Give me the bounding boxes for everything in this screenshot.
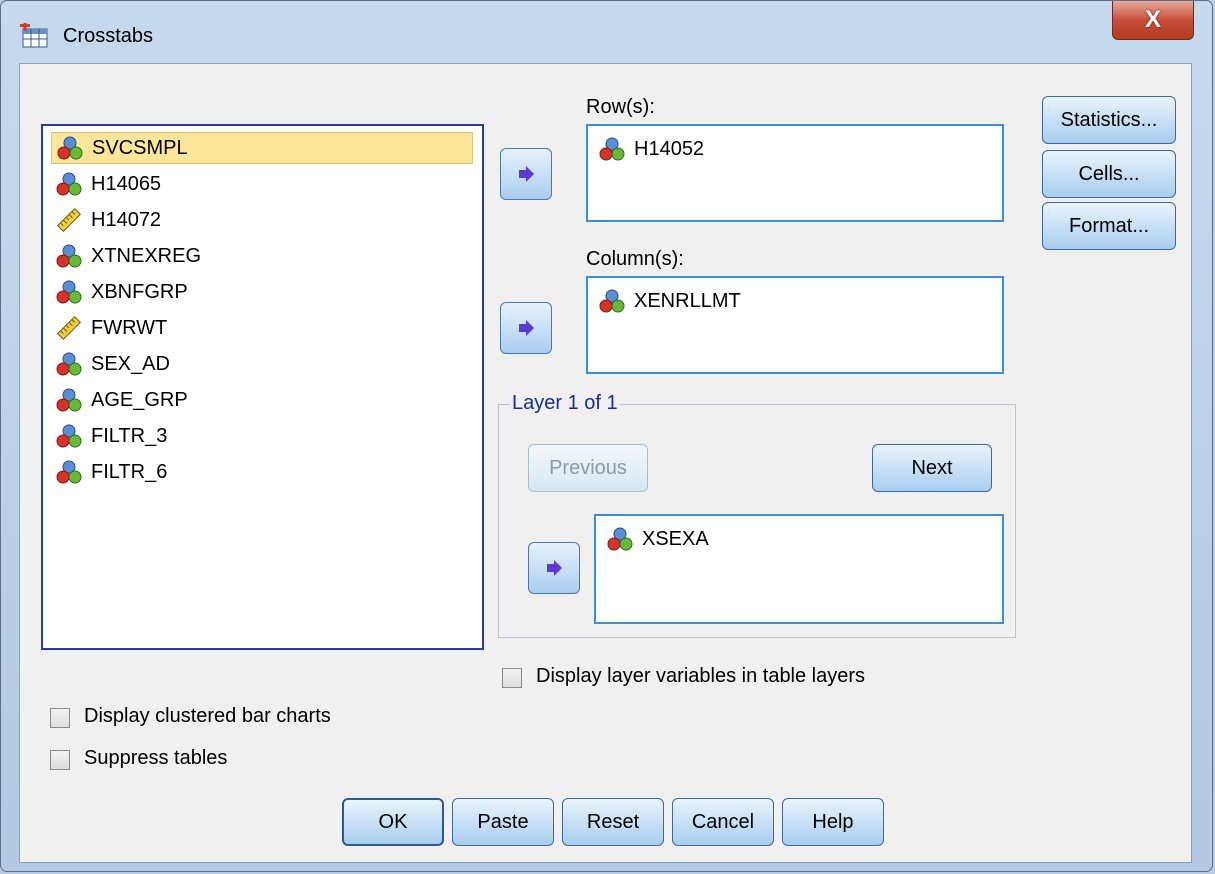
variable-name: FILTR_3 xyxy=(91,424,168,447)
nominal-icon xyxy=(56,280,82,304)
nominal-icon xyxy=(56,388,82,412)
right-arrow-icon xyxy=(519,166,534,182)
columns-field[interactable]: XENRLLMT xyxy=(586,276,1004,374)
nominal-icon xyxy=(599,137,625,161)
layer-field[interactable]: XSEXA xyxy=(594,514,1004,624)
variable-list-item[interactable]: FILTR_3 xyxy=(51,420,473,452)
nominal-icon xyxy=(57,136,83,160)
title-bar: Crosstabs X xyxy=(1,1,1212,63)
nominal-icon xyxy=(56,172,82,196)
nominal-icon xyxy=(56,460,82,484)
move-to-layer-button[interactable] xyxy=(528,542,580,594)
nominal-icon xyxy=(56,244,82,268)
variable-name: AGE_GRP xyxy=(91,388,188,411)
variable-name: SEX_AD xyxy=(91,352,170,375)
variable-name: H14065 xyxy=(91,172,162,195)
variable-list-item[interactable]: SVCSMPL xyxy=(51,132,473,164)
crosstabs-app-icon xyxy=(20,23,48,48)
suppress-tables-checkbox[interactable] xyxy=(50,750,70,770)
rows-label: Row(s): xyxy=(586,96,655,118)
rows-field[interactable]: H14052 xyxy=(586,124,1004,222)
nominal-icon xyxy=(599,289,625,313)
variable-list-item[interactable]: FILTR_6 xyxy=(51,456,473,488)
variable-list-item[interactable]: AGE_GRP xyxy=(51,384,473,416)
window-title: Crosstabs xyxy=(63,25,154,47)
columns-field-item[interactable]: XENRLLMT xyxy=(598,288,741,314)
layer-legend: Layer 1 of 1 xyxy=(510,392,620,415)
right-arrow-icon xyxy=(519,320,534,336)
statistics-button[interactable]: Statistics... xyxy=(1042,96,1176,144)
ok-button[interactable]: OK xyxy=(342,798,444,846)
variable-list-item[interactable]: FWRWT xyxy=(51,312,473,344)
cancel-button[interactable]: Cancel xyxy=(672,798,774,846)
variable-name: H14072 xyxy=(91,208,162,231)
close-icon: X xyxy=(1144,6,1161,33)
next-button[interactable]: Next xyxy=(872,444,992,492)
variable-name: FWRWT xyxy=(91,316,168,339)
scale-icon xyxy=(56,207,82,233)
scale-icon xyxy=(56,315,82,341)
close-button[interactable]: X xyxy=(1112,1,1194,40)
clustered-bar-checkbox[interactable] xyxy=(50,708,70,728)
layer-vars-label: Display layer variables in table layers xyxy=(536,665,866,687)
variable-name: XTNEXREG xyxy=(91,244,202,267)
variable-list-item[interactable]: H14072 xyxy=(51,204,473,236)
layer-field-item[interactable]: XSEXA xyxy=(606,526,709,552)
source-variable-list[interactable]: SVCSMPL H14065 H14072 XTNEXREG XBNFGRP FWRWT S… xyxy=(41,124,484,650)
reset-button[interactable]: Reset xyxy=(562,798,664,846)
variable-name: XBNFGRP xyxy=(91,280,188,303)
paste-button[interactable]: Paste xyxy=(452,798,554,846)
columns-variable: XENRLLMT xyxy=(634,289,741,312)
right-arrow-icon xyxy=(547,560,562,576)
layer-vars-checkbox[interactable] xyxy=(502,668,522,688)
variable-name: FILTR_6 xyxy=(91,460,168,483)
variable-list-item[interactable]: H14065 xyxy=(51,168,473,200)
variable-list-item[interactable]: SEX_AD xyxy=(51,348,473,380)
nominal-icon xyxy=(56,424,82,448)
cells-button[interactable]: Cells... xyxy=(1042,150,1176,198)
move-to-columns-button[interactable] xyxy=(500,302,552,354)
move-to-rows-button[interactable] xyxy=(500,148,552,200)
rows-variable: H14052 xyxy=(634,137,705,160)
clustered-bar-label: Display clustered bar charts xyxy=(84,705,331,727)
layer-variable: XSEXA xyxy=(642,527,709,550)
variable-list-item[interactable]: XBNFGRP xyxy=(51,276,473,308)
variable-list-item[interactable]: XTNEXREG xyxy=(51,240,473,272)
previous-button[interactable]: Previous xyxy=(528,444,648,492)
format-button[interactable]: Format... xyxy=(1042,202,1176,250)
suppress-tables-label: Suppress tables xyxy=(84,747,228,769)
nominal-icon xyxy=(607,527,633,551)
rows-field-item[interactable]: H14052 xyxy=(598,136,704,162)
columns-label: Column(s): xyxy=(586,248,684,270)
variable-name: SVCSMPL xyxy=(92,136,188,159)
nominal-icon xyxy=(56,352,82,376)
help-button[interactable]: Help xyxy=(782,798,884,846)
